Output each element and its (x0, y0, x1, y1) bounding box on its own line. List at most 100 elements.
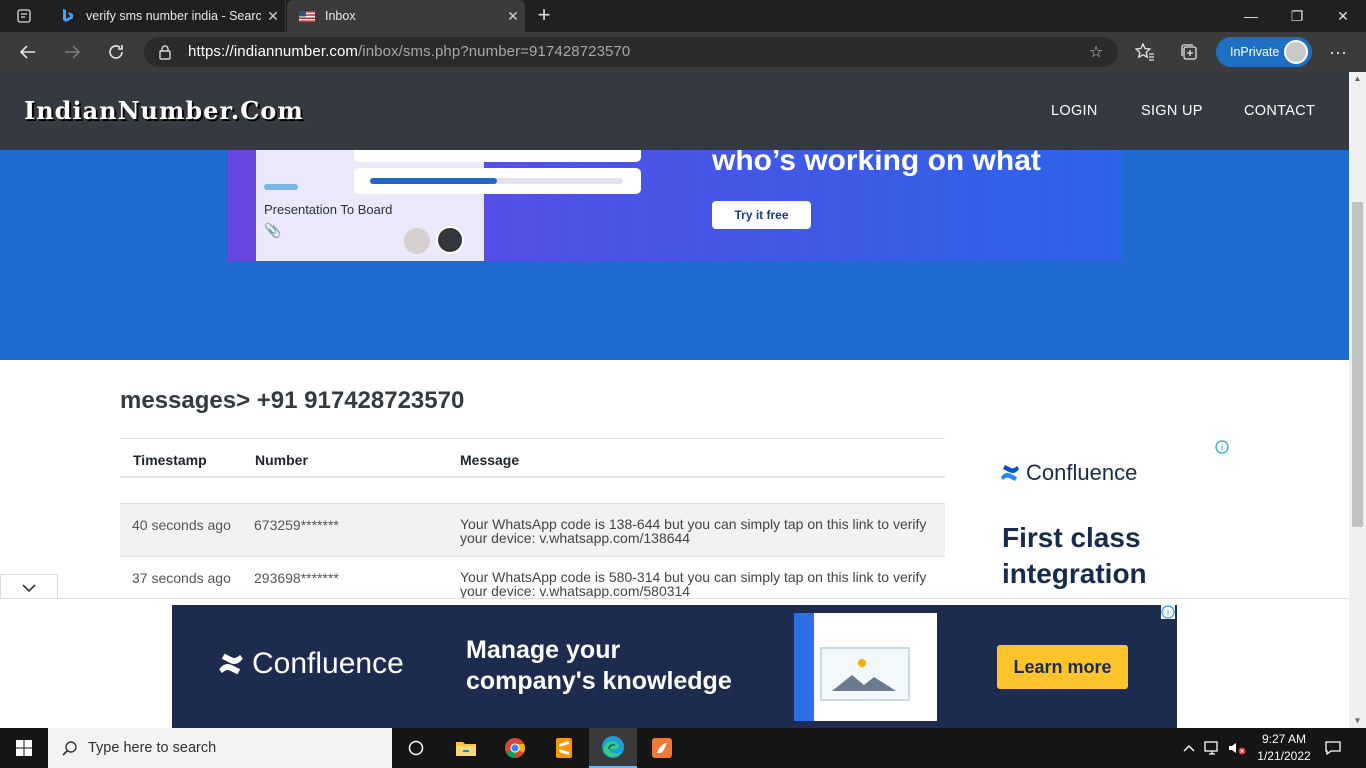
progress-track (370, 178, 623, 184)
ad-info-icon[interactable]: i (1161, 605, 1175, 619)
task-view-icon[interactable] (392, 728, 440, 768)
bottom-ad-bar: Confluence Manage your company's knowled… (0, 598, 1349, 729)
brand-name: Confluence (252, 647, 404, 680)
column-header-timestamp: Timestamp (133, 452, 207, 468)
timestamp-cell: 37 seconds ago (132, 570, 231, 586)
more-menu-icon[interactable]: ··· (1323, 38, 1353, 66)
profile-avatar (1284, 40, 1308, 64)
page-scrollbar[interactable]: ▲ ▼ (1349, 72, 1366, 728)
banner-ad[interactable]: Confluence Manage your company's knowled… (172, 605, 1177, 729)
address-bar[interactable]: https://indiannumber.com/inbox/sms.php?n… (144, 37, 1118, 67)
ad-tagline: First class integration (1002, 520, 1147, 592)
nav-login[interactable]: LOGIN (1051, 103, 1098, 119)
side-ad[interactable]: i Confluence First class integration (980, 438, 1240, 600)
nav-contact[interactable]: CONTACT (1244, 103, 1315, 119)
system-clock[interactable]: 9:27 AM 1/21/2022 (1248, 731, 1320, 765)
site-header: IndianNumber.Com LOGIN SIGN UP CONTACT (0, 72, 1349, 150)
tab-search[interactable]: verify sms number india - Search ✕ (48, 0, 286, 32)
chevron-up-icon[interactable] (1178, 728, 1200, 768)
avatar (404, 228, 430, 254)
inprivate-label: InPrivate (1230, 45, 1280, 59)
refresh-icon[interactable] (101, 38, 131, 66)
scroll-up-icon[interactable]: ▲ (1349, 72, 1366, 86)
confluence-brand: Confluence (1000, 460, 1137, 486)
scrollbar-thumb[interactable] (1352, 202, 1363, 527)
number-cell: 673259******* (254, 517, 339, 533)
ad-info-icon[interactable]: i (1215, 440, 1229, 454)
edge-icon[interactable] (589, 728, 637, 768)
url-host: https://indiannumber.com (188, 43, 358, 60)
nav-signup[interactable]: SIGN UP (1141, 103, 1203, 119)
try-it-free-button[interactable]: Try it free (712, 201, 811, 229)
card-title: Presentation To Board (264, 202, 393, 217)
taskbar: Type here to search 9:27 AM 1/21/2022 (0, 728, 1366, 768)
lock-icon[interactable] (158, 44, 174, 60)
mountain-image-icon (832, 659, 896, 691)
column-header-number: Number (255, 452, 308, 468)
tagline-line: company's knowledge (466, 667, 732, 695)
tab-title: Inbox (325, 9, 356, 23)
search-placeholder: Type here to search (88, 740, 217, 756)
image-frame (820, 647, 910, 701)
forward-arrow-icon[interactable] (57, 38, 87, 66)
favorites-icon[interactable] (1130, 38, 1160, 66)
clock-time: 9:27 AM (1261, 732, 1307, 746)
illustration-sidebar (794, 613, 814, 721)
sublime-text-icon[interactable] (540, 728, 588, 768)
tab-actions-icon[interactable] (8, 6, 40, 26)
page-title: messages> +91 917428723570 (120, 387, 465, 414)
us-flag-icon (299, 8, 315, 24)
tagline-line: integration (1002, 558, 1147, 589)
svg-text:i: i (1221, 444, 1224, 454)
chevron-down-icon (22, 583, 36, 592)
hero-ad[interactable]: Presentation To Board 📎 who’s working on… (228, 150, 1122, 261)
message-cell: Your WhatsApp code is 138-644 but you ca… (460, 516, 927, 546)
hero-band: Presentation To Board 📎 who’s working on… (0, 150, 1349, 360)
network-icon[interactable] (1202, 728, 1224, 768)
collapse-ad-button[interactable] (0, 574, 58, 600)
svg-text:i: i (1167, 609, 1170, 619)
back-arrow-icon[interactable] (13, 38, 43, 66)
tab-close-icon[interactable]: ✕ (501, 8, 525, 25)
browser-toolbar: https://indiannumber.com/inbox/sms.php?n… (0, 32, 1366, 72)
progress-pill (354, 168, 641, 194)
restore-button[interactable]: ❐ (1274, 0, 1320, 32)
search-icon (62, 741, 77, 756)
confluence-brand: Confluence (218, 647, 404, 681)
paperclip-icon: 📎 (264, 222, 282, 238)
inprivate-badge[interactable]: InPrivate (1216, 37, 1312, 67)
chrome-icon[interactable] (491, 728, 539, 768)
taskbar-search[interactable]: Type here to search (48, 728, 392, 768)
browser-title-bar: verify sms number india - Search ✕ Inbox… (0, 0, 1366, 32)
table-header: Timestamp Number Message (120, 438, 945, 478)
tab-close-icon[interactable]: ✕ (261, 8, 285, 25)
app-icon[interactable] (638, 728, 686, 768)
timestamp-cell: 40 seconds ago (132, 517, 231, 533)
file-explorer-icon[interactable] (442, 728, 490, 768)
window-close-button[interactable]: ✕ (1320, 0, 1366, 32)
ad-headline: who’s working on what (712, 150, 1041, 177)
learn-more-button[interactable]: Learn more (997, 645, 1128, 689)
site-logo[interactable]: IndianNumber.Com (24, 96, 304, 125)
tagline-line: First class (1002, 522, 1141, 553)
number-cell: 293698******* (254, 570, 339, 586)
ad-illustration (794, 613, 937, 721)
collections-icon[interactable] (1174, 38, 1204, 66)
notification-icon[interactable] (1320, 728, 1346, 768)
minimize-button[interactable]: — (1228, 0, 1274, 32)
avatar (436, 226, 464, 254)
new-tab-button[interactable]: + (532, 4, 556, 28)
confluence-logo-icon (219, 653, 243, 675)
add-favorite-icon[interactable]: ☆ (1086, 42, 1106, 62)
confluence-logo-icon (1001, 465, 1019, 481)
bing-icon (60, 8, 76, 24)
windows-start-icon[interactable] (0, 728, 48, 768)
clock-date: 1/21/2022 (1257, 749, 1311, 763)
tab-title: verify sms number india - Search (86, 9, 261, 23)
url-path: /inbox/sms.php?number=917428723570 (358, 43, 631, 60)
column-header-message: Message (460, 452, 520, 468)
tab-inbox[interactable]: Inbox ✕ (287, 0, 525, 32)
scroll-down-icon[interactable]: ▼ (1349, 714, 1366, 728)
ad-tagline: Manage your company's knowledge (466, 635, 732, 697)
volume-muted-icon[interactable] (1226, 728, 1248, 768)
